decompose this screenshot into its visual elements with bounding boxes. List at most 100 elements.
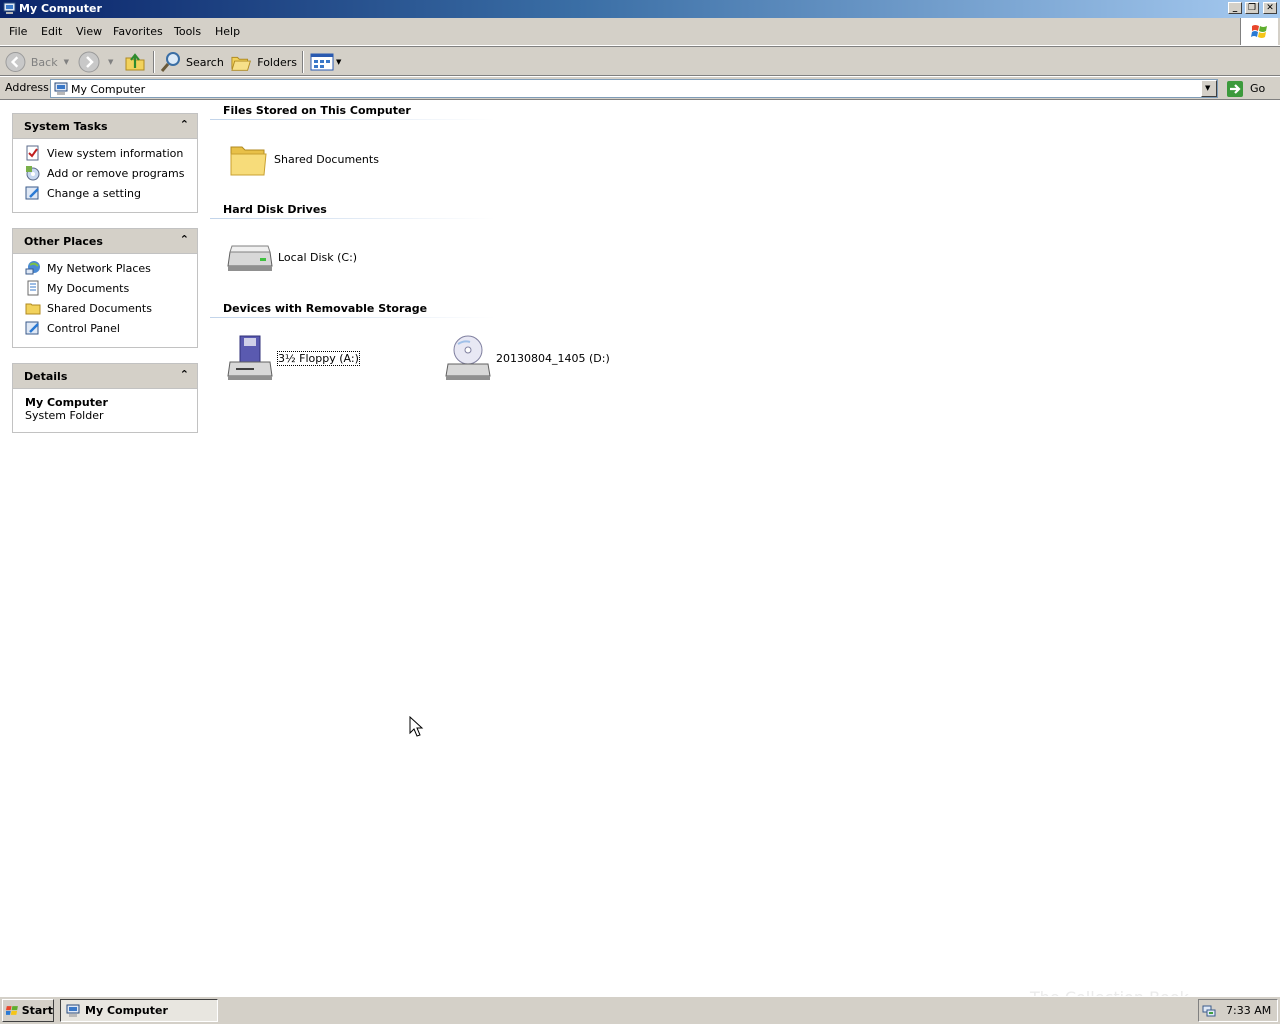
control-panel-icon [25, 321, 39, 335]
toolbar-separator [302, 51, 304, 73]
item-label: 20130804_1405 (D:) [496, 351, 610, 365]
menu-help[interactable]: Help [215, 25, 240, 38]
folders-icon [231, 56, 251, 71]
system-tasks-panel: System Tasks ⌃ View system information A… [12, 113, 198, 213]
forward-button[interactable]: ▼ [78, 50, 118, 74]
system-tasks-title: System Tasks [24, 120, 108, 133]
hard-disk-icon [227, 245, 273, 271]
title-bar[interactable]: My Computer _ ❐ ✕ [0, 0, 1280, 18]
network-tray-icon[interactable] [1202, 1004, 1216, 1018]
folder-icon [25, 303, 41, 315]
other-places-header[interactable]: Other Places ⌃ [13, 229, 197, 254]
my-computer-icon [66, 1004, 80, 1017]
go-button[interactable]: Go [1226, 79, 1276, 98]
search-button[interactable]: Search [160, 50, 224, 74]
views-button[interactable]: ▼ [310, 50, 346, 74]
cd-drive-icon [445, 335, 491, 380]
item-floppy-a[interactable]: 3½ Floppy (A:) [226, 334, 360, 382]
go-label: Go [1250, 82, 1266, 95]
place-label: My Documents [47, 281, 130, 295]
windows-logo-icon [6, 1006, 18, 1015]
menu-file[interactable]: File [9, 25, 27, 38]
menu-view[interactable]: View [76, 25, 102, 38]
back-dropdown-icon[interactable]: ▼ [64, 58, 69, 66]
up-folder-button[interactable] [124, 50, 148, 74]
back-arrow-icon [5, 52, 26, 72]
back-label: Back [30, 55, 58, 69]
menu-tools[interactable]: Tools [174, 25, 201, 38]
minimize-button[interactable]: _ [1228, 2, 1242, 14]
menu-favorites[interactable]: Favorites [113, 25, 163, 38]
forward-arrow-icon [78, 51, 100, 73]
place-control-panel[interactable]: Control Panel [25, 320, 120, 336]
details-type: System Folder [25, 409, 104, 422]
up-folder-icon [125, 53, 145, 71]
item-shared-documents[interactable]: Shared Documents [228, 139, 379, 179]
item-label: Shared Documents [274, 152, 379, 166]
task-view-system-information[interactable]: View system information [25, 145, 183, 161]
place-my-network-places[interactable]: My Network Places [25, 260, 151, 276]
place-label: My Network Places [47, 261, 151, 275]
toolbar: Back ▼ ▼ Search Folders ▼ [0, 46, 1280, 76]
collapse-chevron-icon[interactable]: ⌃ [180, 233, 189, 246]
collapse-chevron-icon[interactable]: ⌃ [180, 118, 189, 131]
control-panel-icon [25, 186, 39, 200]
address-input[interactable]: My Computer [50, 79, 1218, 98]
place-label: Control Panel [47, 321, 120, 335]
item-cd-drive-d[interactable]: 20130804_1405 (D:) [444, 334, 610, 382]
other-places-panel: Other Places ⌃ My Network Places My Docu… [12, 228, 198, 348]
address-value: My Computer [71, 83, 146, 96]
search-label: Search [186, 55, 224, 69]
task-label: Change a setting [47, 186, 141, 200]
place-label: Shared Documents [47, 301, 152, 315]
section-title-files: Files Stored on This Computer [223, 104, 411, 117]
my-documents-icon [27, 280, 39, 296]
add-remove-programs-icon [26, 166, 40, 181]
details-name: My Computer [25, 396, 108, 409]
place-shared-documents[interactable]: Shared Documents [25, 300, 152, 316]
mouse-cursor-icon [409, 716, 424, 737]
views-dropdown-icon[interactable]: ▼ [336, 58, 341, 66]
details-header[interactable]: Details ⌃ [13, 364, 197, 389]
my-computer-icon [3, 2, 16, 14]
address-dropdown-button[interactable]: ▼ [1201, 80, 1217, 97]
menu-edit[interactable]: Edit [41, 25, 62, 38]
toolbar-separator [153, 51, 155, 73]
task-change-setting[interactable]: Change a setting [25, 185, 141, 201]
go-arrow-icon [1227, 80, 1243, 97]
folders-button[interactable]: Folders [231, 50, 297, 74]
task-add-remove-programs[interactable]: Add or remove programs [25, 165, 185, 181]
section-divider [210, 119, 495, 120]
taskbar-item-label: My Computer [85, 1004, 168, 1017]
my-computer-icon [54, 82, 68, 95]
start-button[interactable]: Start [2, 999, 54, 1022]
views-icon [310, 53, 334, 71]
section-divider [210, 317, 495, 318]
system-tray: 7:33 AM [1198, 999, 1278, 1022]
taskbar-item-my-computer[interactable]: My Computer [60, 999, 218, 1022]
clock[interactable]: 7:33 AM [1226, 1004, 1271, 1017]
task-label: View system information [47, 146, 184, 160]
close-button[interactable]: ✕ [1263, 2, 1277, 14]
chevron-down-icon: ▼ [1205, 84, 1211, 92]
back-button[interactable]: Back ▼ [5, 50, 69, 74]
item-label: 3½ Floppy (A:) [277, 350, 360, 366]
item-local-disk-c[interactable]: Local Disk (C:) [226, 240, 357, 274]
start-label: Start [21, 1004, 53, 1017]
details-panel: Details ⌃ My Computer System Folder [12, 363, 198, 433]
forward-dropdown-icon[interactable]: ▼ [108, 58, 113, 66]
details-title: Details [24, 370, 68, 383]
section-title-removable: Devices with Removable Storage [223, 302, 428, 315]
menu-bar: File Edit View Favorites Tools Help [0, 18, 1280, 46]
place-my-documents[interactable]: My Documents [25, 280, 129, 296]
floppy-drive-icon [227, 335, 273, 380]
system-tasks-header[interactable]: System Tasks ⌃ [13, 114, 197, 139]
collapse-chevron-icon[interactable]: ⌃ [180, 368, 189, 381]
restore-button[interactable]: ❐ [1245, 2, 1259, 14]
system-information-icon [26, 145, 39, 161]
address-label: Address [5, 81, 49, 94]
folders-label: Folders [257, 55, 297, 69]
windows-logo-icon [1240, 18, 1278, 45]
task-label: Add or remove programs [47, 166, 185, 180]
folder-icon [230, 146, 267, 176]
